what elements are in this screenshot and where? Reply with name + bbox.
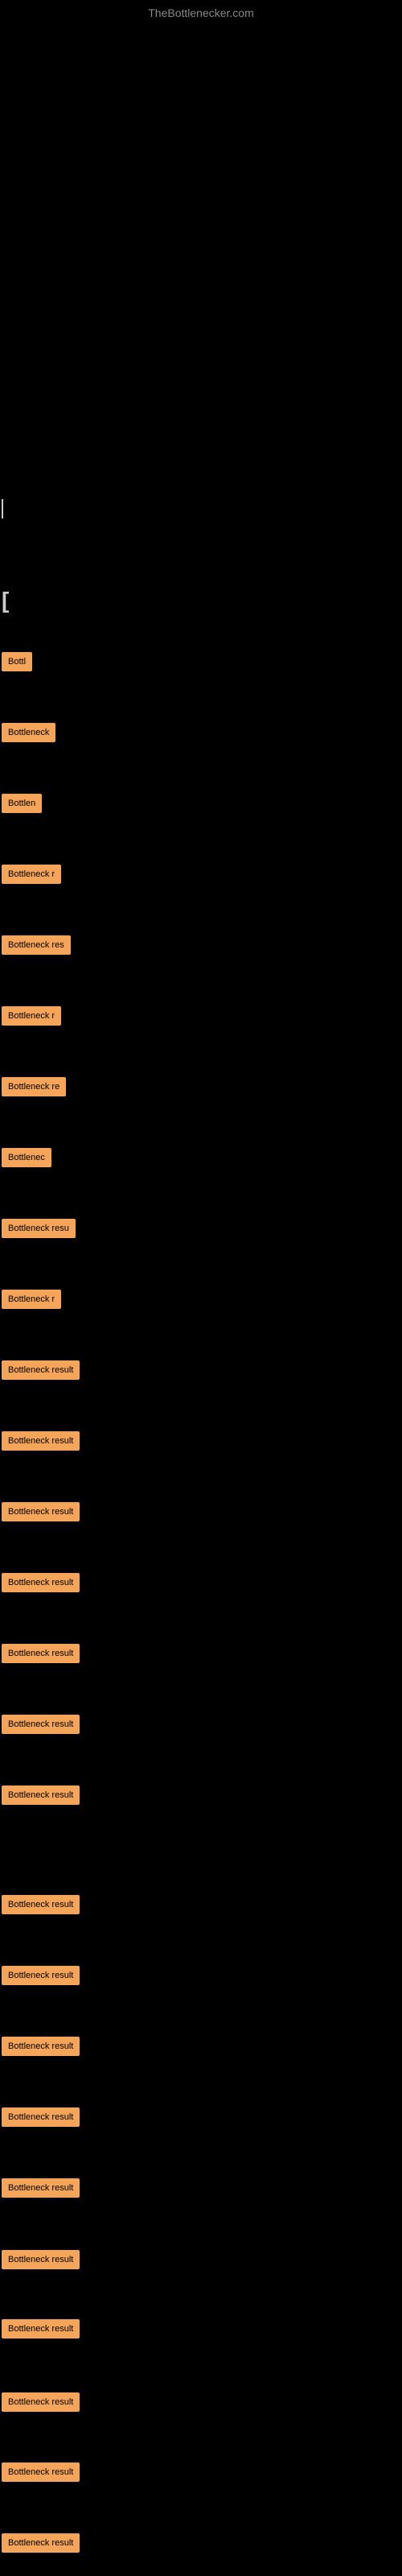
result-badge-12: Bottleneck result — [2, 1502, 80, 1521]
result-badge-22: Bottleneck result — [2, 2250, 80, 2269]
result-badge-2: Bottlen — [2, 794, 42, 813]
result-badge-3: Bottleneck r — [2, 865, 61, 884]
result-badge-26: Bottleneck result — [2, 2533, 80, 2553]
result-badge-14: Bottleneck result — [2, 1644, 80, 1663]
result-badge-8: Bottleneck resu — [2, 1219, 76, 1238]
result-badge-1: Bottleneck — [2, 723, 55, 742]
result-badge-11: Bottleneck result — [2, 1431, 80, 1451]
result-badge-21: Bottleneck result — [2, 2178, 80, 2198]
result-badge-25: Bottleneck result — [2, 2462, 80, 2482]
result-badge-10: Bottleneck result — [2, 1360, 80, 1380]
result-badge-24: Bottleneck result — [2, 2392, 80, 2412]
result-badge-23: Bottleneck result — [2, 2319, 80, 2339]
result-badge-4: Bottleneck res — [2, 935, 71, 955]
result-badge-15: Bottleneck result — [2, 1715, 80, 1734]
result-badge-18: Bottleneck result — [2, 1966, 80, 1985]
cursor-line — [2, 499, 3, 518]
site-title: TheBottlenecker.com — [148, 6, 254, 19]
result-badge-20: Bottleneck result — [2, 2107, 80, 2127]
result-badge-9: Bottleneck r — [2, 1290, 61, 1309]
bracket-indicator: [ — [2, 588, 9, 613]
result-badge-7: Bottlenec — [2, 1148, 51, 1167]
result-badge-0: Bottl — [2, 652, 32, 671]
result-badge-13: Bottleneck result — [2, 1573, 80, 1592]
result-badge-16: Bottleneck result — [2, 1785, 80, 1805]
result-badge-17: Bottleneck result — [2, 1895, 80, 1914]
result-badge-19: Bottleneck result — [2, 2037, 80, 2056]
result-badge-5: Bottleneck r — [2, 1006, 61, 1026]
result-badge-6: Bottleneck re — [2, 1077, 66, 1096]
